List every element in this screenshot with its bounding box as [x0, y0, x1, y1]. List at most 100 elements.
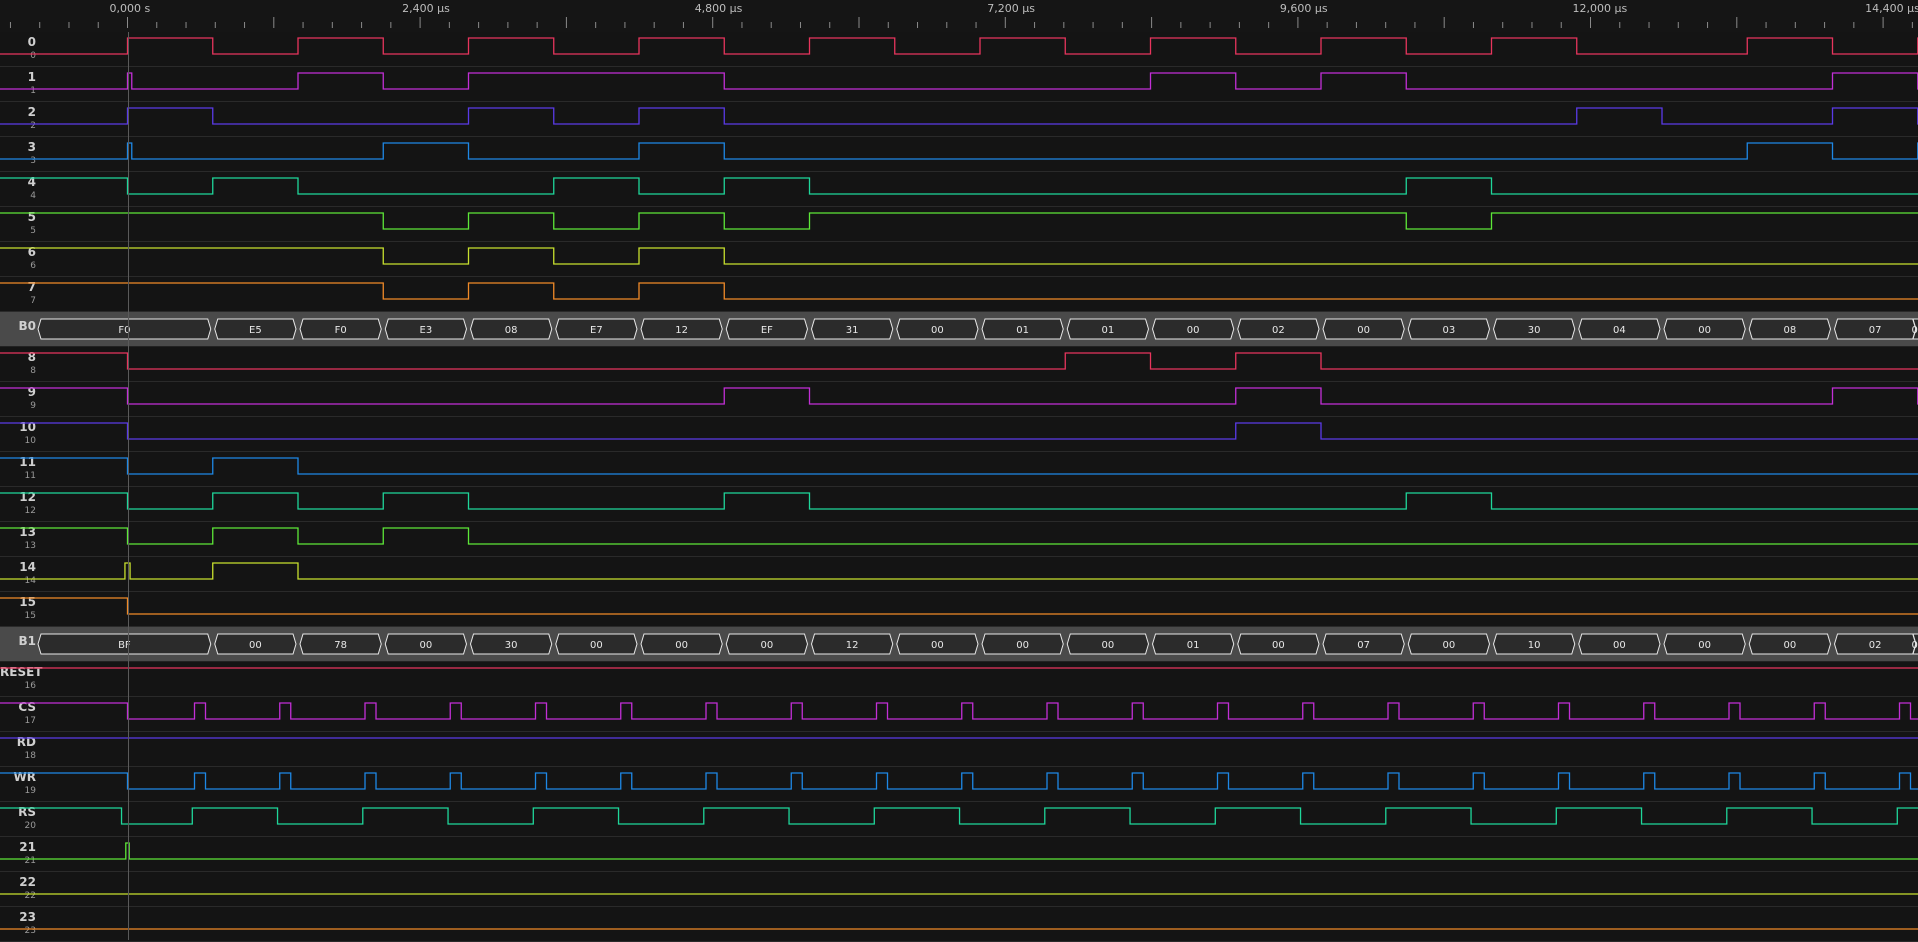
signal-trace: [0, 37, 1918, 55]
bus-cell: 00: [214, 633, 297, 655]
signal-trace: [0, 422, 1918, 440]
signal-trace: [0, 107, 1918, 125]
signal-trace: [0, 492, 1918, 510]
bus-value: E5: [249, 325, 262, 336]
ruler-label: 14,400 µs: [1865, 2, 1918, 15]
signal-trace: [0, 597, 1918, 615]
bus-cell: 00: [896, 633, 979, 655]
bus-value: 09: [1912, 325, 1918, 336]
bus-value: 00: [420, 640, 433, 651]
bus-value: F0: [335, 325, 347, 336]
bus-value: 04: [1613, 325, 1626, 336]
bus-value: 00: [931, 325, 944, 336]
signal-trace: [0, 807, 1918, 825]
bus-cell: 00: [1663, 318, 1746, 340]
signal-trace: [0, 247, 1918, 265]
signal-trace: [0, 142, 1918, 160]
bus-cell: 00: [1663, 633, 1746, 655]
bus-cell: 03: [1407, 318, 1491, 340]
bus-value: 00: [1784, 640, 1797, 651]
bus-cell: 30: [469, 633, 553, 655]
bus-value: 08: [505, 325, 518, 336]
bus-cell: 08: [469, 318, 553, 340]
ruler-label: 0,000 s: [109, 2, 151, 15]
signal-trace: [0, 562, 1918, 580]
bus-value: 00: [761, 640, 774, 651]
signal-trace: [0, 702, 1918, 720]
bus-value: 00: [1357, 325, 1370, 336]
ruler-ticks: [9, 17, 1913, 28]
bus-value: 12: [675, 325, 688, 336]
bus-cell: 00: [1322, 318, 1405, 340]
bus-cell: 00: [1407, 633, 1491, 655]
ruler-label: 4,800 µs: [694, 2, 743, 15]
bus-value: 01: [1016, 325, 1029, 336]
bus-value: 00: [1016, 640, 1029, 651]
signal-trace: [0, 527, 1918, 545]
bus-cell: 02: [1237, 318, 1320, 340]
bus-value: 01: [1102, 325, 1115, 336]
bus-value: 00: [1443, 640, 1456, 651]
bus-cell: 12: [640, 318, 723, 340]
time-ruler[interactable]: 0,000 s 2,400 µs 4,800 µs 7,200 µs 9,600 µs 1…: [0, 0, 1918, 32]
bus-cell: 00: [1066, 633, 1150, 655]
bus-cell: 00: [981, 633, 1064, 655]
bus-cell: 08: [1748, 318, 1832, 340]
bus-cell: 01: [1066, 318, 1150, 340]
bus-value: 07: [1357, 640, 1370, 651]
signal-trace: [0, 842, 1918, 860]
bus-value: E7: [590, 325, 603, 336]
bus-value: 10: [1528, 640, 1541, 651]
bus-value: 30: [505, 640, 518, 651]
bus-value: EF: [761, 325, 773, 336]
bus-cell: 00: [640, 633, 723, 655]
bus-value: 00: [931, 640, 944, 651]
signal-trace: [0, 212, 1918, 230]
bus-cell: 00: [725, 633, 809, 655]
bus-value: 03: [1443, 325, 1456, 336]
waveform-canvas: F0 E5 F0 E3 08 E7 12 EF 31 00 01 01 00 02 00 03 30 04 00 08…: [0, 37, 1918, 930]
ruler-label: 7,200 µs: [987, 2, 1036, 15]
bus-cell: 00: [1237, 633, 1320, 655]
bus-value: 00: [1912, 640, 1918, 651]
bus-value: 02: [1869, 640, 1882, 651]
bus-value: 31: [846, 325, 859, 336]
bus-cell: 07: [1833, 318, 1917, 340]
bus-value: 00: [1272, 640, 1285, 651]
bus-value: 00: [590, 640, 603, 651]
bus-cell: 00: [555, 633, 638, 655]
bus-cell: EF: [725, 318, 809, 340]
bus-cell: 78: [299, 633, 382, 655]
signal-trace: [0, 72, 1918, 90]
bus-cell: 00: [1151, 318, 1235, 340]
bus-cell: 00: [1578, 633, 1661, 655]
bus-cell: E5: [214, 318, 297, 340]
bus-cell: 00: [384, 633, 468, 655]
bus-cell: 02: [1833, 633, 1917, 655]
bus-cell: 01: [1151, 633, 1235, 655]
bus-cell: E7: [555, 318, 638, 340]
signal-trace: [0, 282, 1918, 300]
bus-value: 00: [675, 640, 688, 651]
bus-cell: BF: [37, 633, 212, 655]
bus-cell: E3: [384, 318, 468, 340]
signal-trace: [0, 457, 1918, 475]
bus-cell: 04: [1578, 318, 1661, 340]
bus-value: 78: [334, 640, 347, 651]
bus-value: 00: [249, 640, 262, 651]
bus-value: 12: [846, 640, 859, 651]
bus-value: E3: [420, 325, 433, 336]
bus-cell: 07: [1322, 633, 1405, 655]
bus-value: 01: [1187, 640, 1200, 651]
bus-value: 00: [1698, 640, 1711, 651]
signal-trace: [0, 352, 1918, 370]
ruler-label: 9,600 µs: [1279, 2, 1328, 15]
bus-value: 07: [1869, 325, 1882, 336]
ruler-label: 12,000 µs: [1572, 2, 1628, 15]
bus-cell: 00: [896, 318, 979, 340]
trigger-cursor[interactable]: [128, 32, 129, 940]
bus-cell: F0: [37, 318, 212, 340]
bus-cell: F0: [299, 318, 382, 340]
bus-cell: 31: [810, 318, 894, 340]
bus-value: 00: [1698, 325, 1711, 336]
